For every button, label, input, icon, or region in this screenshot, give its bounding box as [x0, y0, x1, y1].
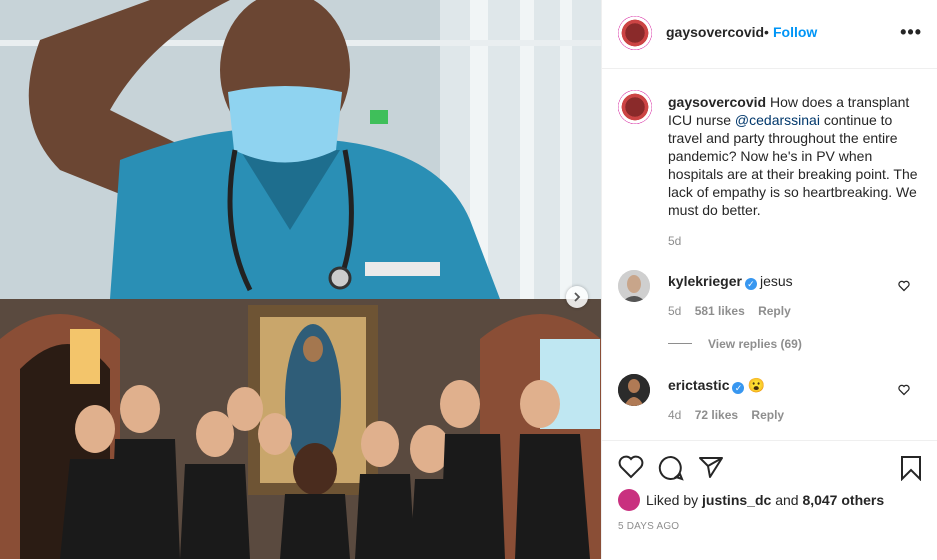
- view-replies-button[interactable]: View replies (69): [708, 337, 802, 351]
- post-image-bottom: [0, 299, 601, 559]
- comment-meta: 5d 581 likes Reply: [668, 304, 791, 318]
- save-bookmark-icon[interactable]: [900, 455, 922, 481]
- comment: erictastic ✓ 😮: [668, 377, 765, 394]
- likes-user[interactable]: justins_dc: [702, 492, 771, 508]
- post-actions: Liked by justins_dc and 8,047 others 5 D…: [602, 440, 937, 560]
- comment-like-icon[interactable]: [898, 280, 910, 292]
- follow-button[interactable]: Follow: [773, 24, 817, 40]
- separator-dot: •: [764, 24, 769, 40]
- reply-button[interactable]: Reply: [758, 304, 791, 318]
- comment-time[interactable]: 4d: [668, 408, 681, 422]
- comment-username[interactable]: erictastic: [668, 377, 729, 393]
- comment-likes[interactable]: 581 likes: [695, 304, 745, 318]
- verified-badge-icon: ✓: [732, 382, 745, 394]
- comment: kylekrieger ✓ jesus: [668, 273, 793, 290]
- post-date[interactable]: 5 DAYS AGO: [618, 521, 679, 532]
- chevron-right-icon: [574, 292, 581, 302]
- comment-text: jesus: [759, 273, 793, 289]
- likes-middle: and: [775, 492, 799, 508]
- caption-mention[interactable]: @cedarssinai: [735, 112, 820, 128]
- comment-text: 😮: [747, 377, 765, 393]
- comment-icon[interactable]: [658, 455, 684, 481]
- comment-likes[interactable]: 72 likes: [695, 408, 738, 422]
- post-image[interactable]: [0, 0, 601, 559]
- comment-time[interactable]: 5d: [668, 304, 681, 318]
- author-username[interactable]: gaysovercovid: [666, 24, 764, 40]
- caption-avatar[interactable]: [618, 90, 652, 124]
- likes-summary: Liked by justins_dc and 8,047 others: [646, 492, 884, 508]
- comment-username[interactable]: kylekrieger: [668, 273, 742, 289]
- post-image-top: [0, 0, 601, 299]
- post-side-panel: gaysovercovid • Follow ••• gaysovercovid…: [601, 0, 937, 559]
- post-header: gaysovercovid • Follow •••: [602, 0, 937, 69]
- comment-avatar[interactable]: [618, 270, 650, 302]
- next-image-button[interactable]: [566, 286, 588, 308]
- comment-like-icon[interactable]: [898, 384, 910, 396]
- caption-username[interactable]: gaysovercovid: [668, 94, 766, 110]
- likes-count[interactable]: 8,047 others: [802, 492, 884, 508]
- reply-button[interactable]: Reply: [751, 408, 784, 422]
- likes-prefix: Liked by: [646, 492, 699, 508]
- comment-meta: 4d 72 likes Reply: [668, 408, 784, 422]
- share-icon[interactable]: [698, 455, 724, 479]
- liker-avatar[interactable]: [618, 489, 640, 511]
- like-icon[interactable]: [618, 455, 644, 479]
- comment-avatar[interactable]: [618, 374, 650, 406]
- verified-badge-icon: ✓: [744, 278, 757, 290]
- more-horizontal-icon[interactable]: •••: [900, 22, 922, 43]
- replies-line: [668, 343, 692, 344]
- caption: gaysovercovid How does a transplant ICU …: [668, 93, 918, 219]
- author-avatar[interactable]: [618, 16, 652, 50]
- caption-time[interactable]: 5d: [668, 234, 681, 248]
